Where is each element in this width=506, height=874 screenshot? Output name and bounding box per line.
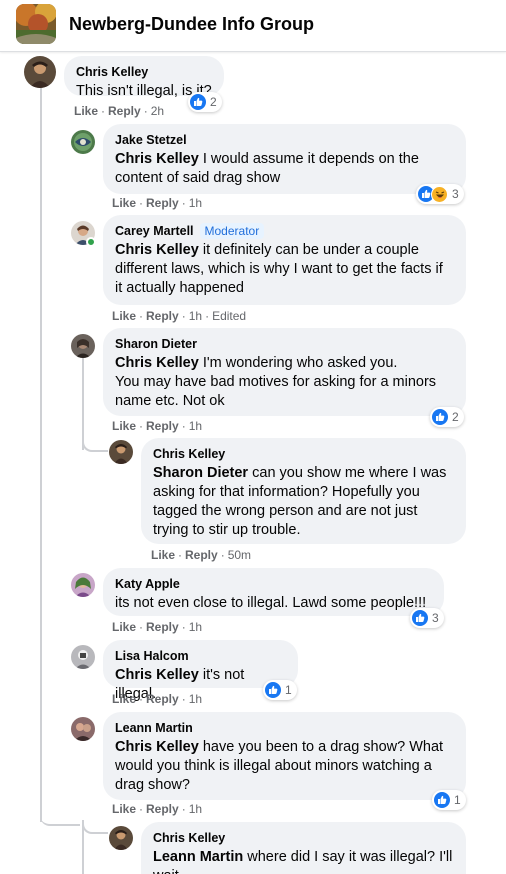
comment-bubble: Chris Kelley Sharon Dieter can you show … (141, 438, 466, 544)
comment-text: its not even close to illegal. Lawd some… (115, 595, 427, 611)
mention-link[interactable]: Sharon Dieter (153, 465, 248, 481)
comment-bubble: Sharon Dieter Chris Kelley I'm wondering… (103, 328, 466, 416)
comment-author[interactable]: Carey Martell (115, 224, 194, 238)
comment-author[interactable]: Chris Kelley (153, 447, 225, 461)
comment-author[interactable]: Sharon Dieter (115, 337, 197, 351)
reply-button[interactable]: Reply (146, 620, 179, 634)
mention-link[interactable]: Chris Kelley (115, 242, 199, 258)
comment-time[interactable]: 50m (228, 548, 251, 562)
comment-bubble: Katy Apple its not even close to illegal… (103, 568, 444, 616)
comment-author[interactable]: Chris Kelley (76, 65, 148, 79)
reply-button[interactable]: Reply (185, 548, 218, 562)
haha-icon (431, 185, 448, 203)
edited-label[interactable]: Edited (212, 309, 246, 323)
comment-bubble: Chris Kelley This isn't illegal, is it? (64, 56, 224, 99)
comment-actions: Like · Reply · 1h (112, 620, 203, 634)
comment-bubble: Carey Martell Moderator Chris Kelley it d… (103, 215, 466, 305)
reaction-summary[interactable]: 3 (416, 184, 464, 204)
like-icon (265, 682, 281, 698)
comment-text: Chris Kelley have you been to a drag sho… (115, 739, 444, 793)
comment-bubble: Jake Stetzel Chris Kelley I would assume… (103, 124, 466, 194)
reaction-summary[interactable]: 1 (263, 680, 297, 700)
comment-time[interactable]: 1h (189, 196, 202, 210)
like-icon (190, 94, 206, 110)
reply-button[interactable]: Reply (146, 419, 179, 433)
comment-actions: Like · Reply · 50m (151, 548, 252, 562)
comment-text: Leann Martin where did I say it was ille… (153, 849, 453, 874)
comment-author[interactable]: Chris Kelley (153, 831, 225, 845)
reaction-count: 1 (285, 683, 292, 697)
thread-connector (82, 820, 108, 834)
mention-link[interactable]: Chris Kelley (115, 355, 199, 371)
like-button[interactable]: Like (74, 104, 98, 118)
reaction-count: 3 (452, 187, 459, 201)
reaction-count: 1 (454, 793, 461, 807)
moderator-badge: Moderator (199, 223, 265, 239)
comment-text: Chris Kelley it definitely can be under … (115, 242, 443, 296)
comment-actions: Like · Reply · 1h (112, 196, 203, 210)
like-icon (434, 792, 450, 808)
like-button[interactable]: Like (151, 548, 175, 562)
reaction-count: 2 (210, 95, 217, 109)
group-title[interactable]: Newberg-Dundee Info Group (69, 14, 314, 35)
avatar[interactable] (71, 645, 95, 669)
comment-time[interactable]: 1h (189, 419, 202, 433)
comment-time[interactable]: 2h (151, 104, 164, 118)
reaction-count: 2 (452, 410, 459, 424)
group-cover-thumbnail[interactable] (16, 4, 56, 44)
reply-button[interactable]: Reply (146, 196, 179, 210)
comment-author[interactable]: Jake Stetzel (115, 133, 187, 147)
comment-time[interactable]: 1h (189, 692, 202, 706)
comment-actions: Like · Reply · 1h (112, 692, 203, 706)
like-icon (412, 610, 428, 626)
comment-author[interactable]: Leann Martin (115, 721, 193, 735)
reply-button[interactable]: Reply (146, 309, 179, 323)
reaction-summary[interactable]: 1 (432, 790, 466, 810)
reaction-summary[interactable]: 2 (188, 92, 222, 112)
thread-line (40, 86, 42, 822)
like-button[interactable]: Like (112, 419, 136, 433)
comment-actions: Like · Reply · 1h · Edited (112, 309, 247, 323)
like-button[interactable]: Like (112, 620, 136, 634)
avatar[interactable] (71, 573, 95, 597)
like-button[interactable]: Like (112, 802, 136, 816)
comment-time[interactable]: 1h (189, 802, 202, 816)
mention-link[interactable]: Chris Kelley (115, 667, 199, 683)
comment-text: Chris Kelley I'm wondering who asked you… (115, 355, 437, 409)
reply-button[interactable]: Reply (146, 802, 179, 816)
like-button[interactable]: Like (112, 309, 136, 323)
thread-connector (82, 432, 108, 452)
reply-button[interactable]: Reply (146, 692, 179, 706)
reaction-summary[interactable]: 2 (430, 407, 464, 427)
reaction-summary[interactable]: 3 (410, 608, 444, 628)
like-button[interactable]: Like (112, 196, 136, 210)
reaction-count: 3 (432, 611, 439, 625)
comment-author[interactable]: Katy Apple (115, 577, 180, 591)
mention-link[interactable]: Chris Kelley (115, 739, 199, 755)
avatar[interactable] (71, 334, 95, 358)
comment-bubble: Chris Kelley Leann Martin where did I sa… (141, 822, 466, 874)
mention-link[interactable]: Leann Martin (153, 849, 243, 865)
reply-button[interactable]: Reply (108, 104, 141, 118)
comment-actions: Like · Reply · 1h (112, 419, 203, 433)
comment-actions: Like · Reply · 2h (74, 104, 165, 118)
like-icon (432, 409, 448, 425)
avatar[interactable] (109, 440, 133, 464)
avatar[interactable] (24, 56, 56, 88)
comment-author[interactable]: Lisa Halcom (115, 649, 189, 663)
comment-actions: Like · Reply · 1h (112, 802, 203, 816)
comment-bubble: Leann Martin Chris Kelley have you been … (103, 712, 466, 800)
group-header: Newberg-Dundee Info Group (0, 0, 506, 52)
comment-text: Chris Kelley I would assume it depends o… (115, 151, 419, 186)
avatar[interactable] (71, 130, 95, 154)
online-status-icon (86, 237, 96, 247)
avatar[interactable] (109, 826, 133, 850)
comment-time[interactable]: 1h (189, 309, 202, 323)
avatar[interactable] (71, 717, 95, 741)
thread-connector (40, 806, 80, 826)
mention-link[interactable]: Chris Kelley (115, 151, 199, 167)
comment-time[interactable]: 1h (189, 620, 202, 634)
comment-text: Sharon Dieter can you show me where I wa… (153, 465, 447, 538)
like-button[interactable]: Like (112, 692, 136, 706)
